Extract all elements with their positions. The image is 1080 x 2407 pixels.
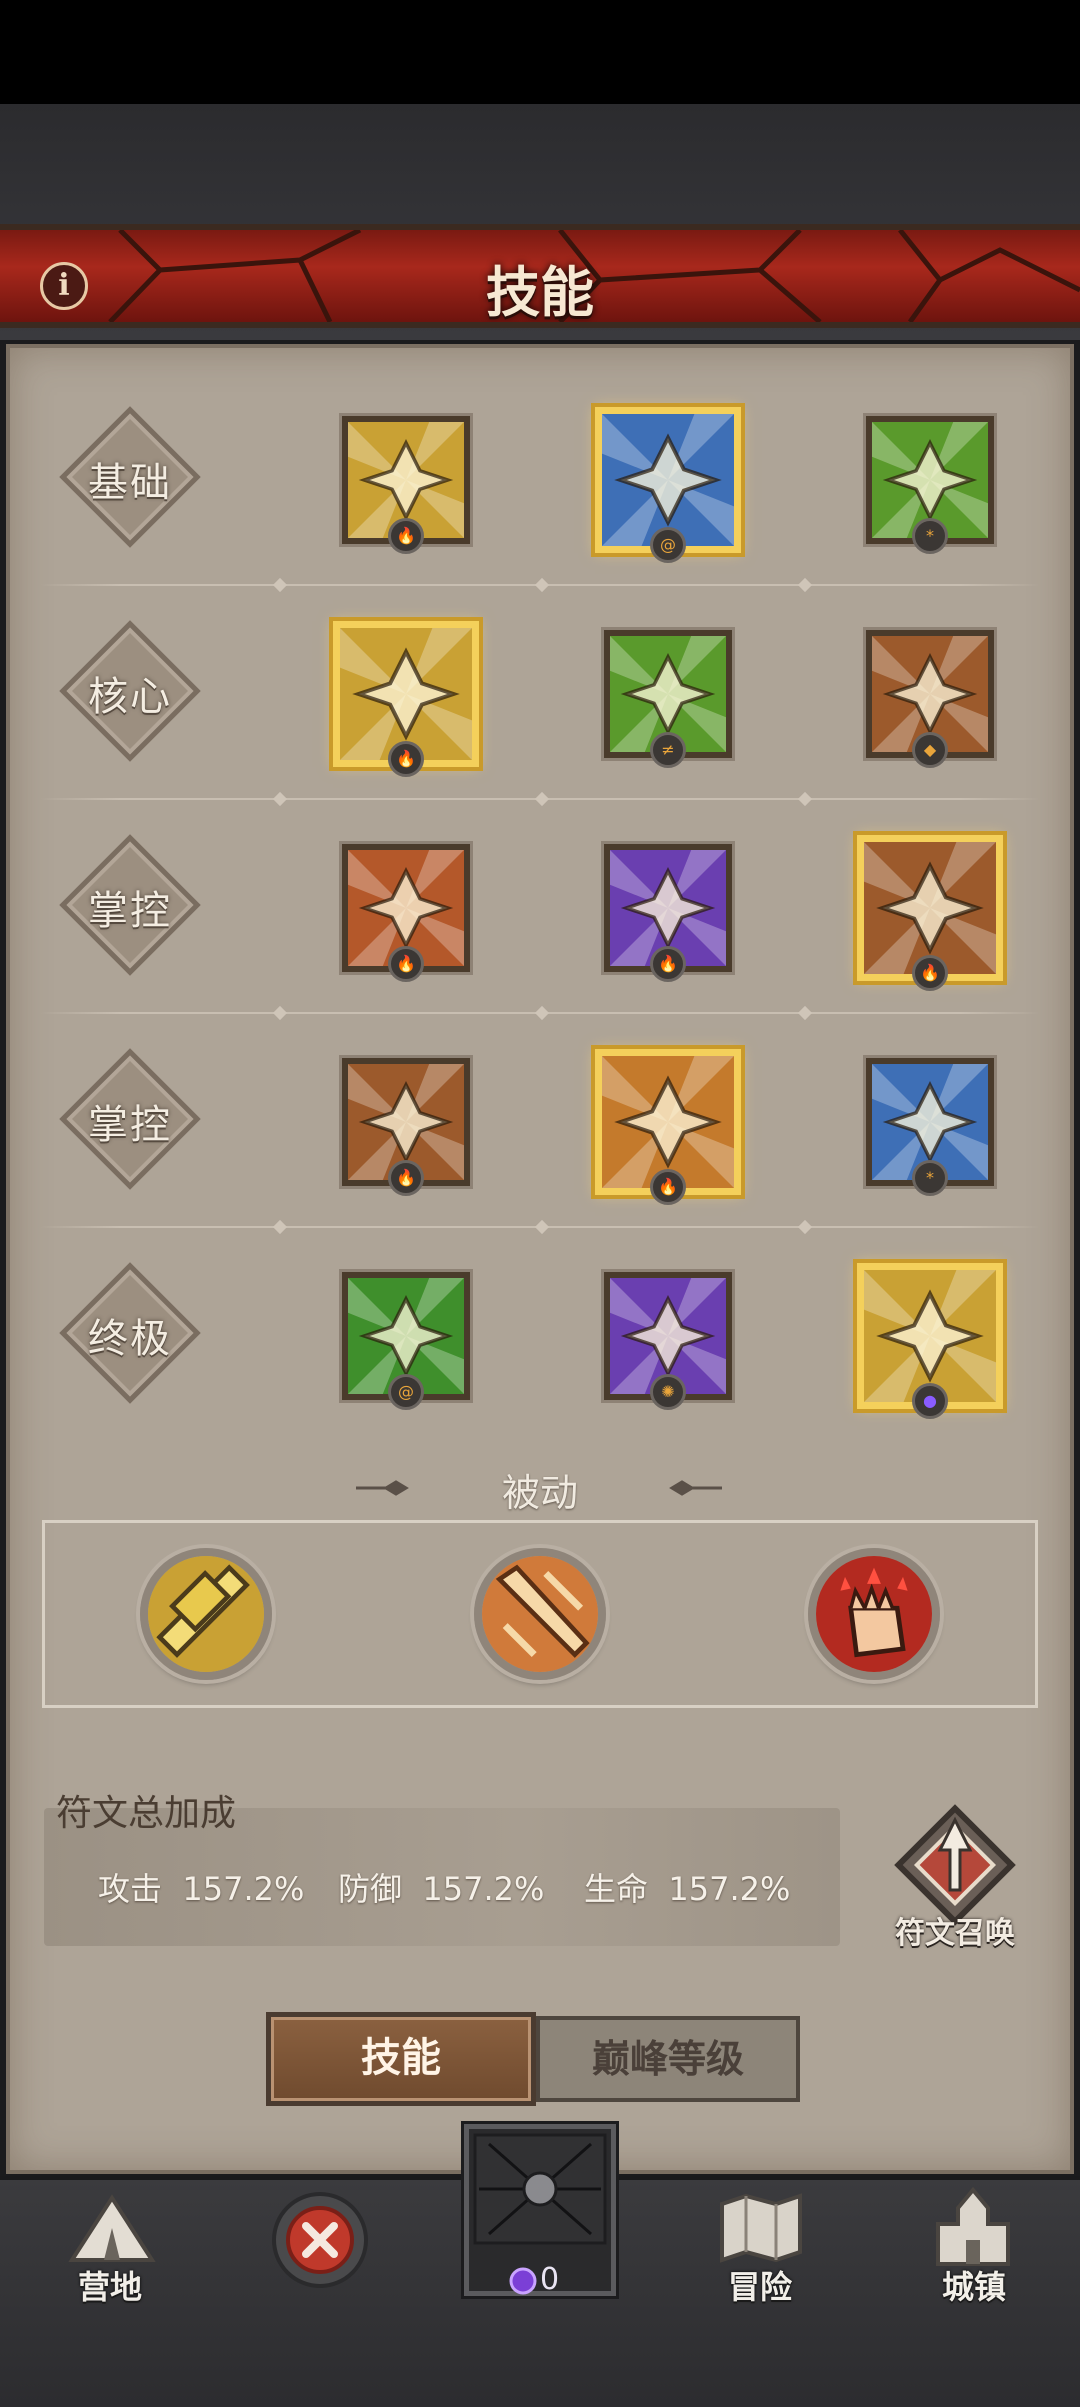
nav-camp-label[interactable]: 营地 [40, 2262, 180, 2308]
stat-health: 生命 157.2% [584, 1864, 790, 1910]
rune-summon-label: 符文召唤 [895, 1916, 1015, 1951]
purple-gem-icon [509, 2267, 537, 2295]
skill-element-badge-icon: @ [650, 527, 686, 563]
skill-element-badge-icon: @ [388, 1374, 424, 1410]
rune-bonus-title: 符文总加成 [56, 1793, 237, 1834]
stat-defense-value: 157.2% [422, 1870, 545, 1908]
stat-health-label: 生命 [584, 1870, 649, 1908]
row-label-core: 核心 [88, 674, 172, 720]
spider-emblem-icon [473, 2133, 607, 2245]
row-label-mastery-2: 掌控 [88, 1102, 172, 1148]
blade-icon [482, 1556, 598, 1672]
skill-element-badge-icon: 🔥 [388, 518, 424, 554]
stat-defense-label: 防御 [338, 1870, 403, 1908]
nav-town-label[interactable]: 城镇 [904, 2262, 1044, 2308]
stat-attack-value: 157.2% [182, 1870, 305, 1908]
skill-element-badge-icon: ◆ [912, 732, 948, 768]
row-label-basic: 基础 [88, 460, 172, 506]
skill-element-badge-icon: 🔥 [388, 741, 424, 777]
skill-element-badge-icon: ≠ [650, 732, 686, 768]
blood-fist-icon [816, 1556, 932, 1672]
skill-element-badge-icon: 🔥 [650, 1169, 686, 1205]
skill-element-badge-icon: * [912, 1160, 948, 1196]
passive-skill-1[interactable] [140, 1548, 272, 1680]
ornament-left-icon [356, 1480, 409, 1496]
skill-element-badge-icon: ✺ [650, 1374, 686, 1410]
skill-element-badge-icon: 🔥 [650, 946, 686, 982]
ornament-right-icon [669, 1480, 722, 1496]
close-icon[interactable] [270, 2190, 370, 2290]
adventure-map-icon[interactable] [716, 2190, 806, 2264]
stat-health-value: 157.2% [668, 1870, 791, 1908]
skill-element-badge-icon: * [912, 518, 948, 554]
town-castle-icon[interactable] [928, 2184, 1018, 2268]
skill-element-badge-icon: 🔥 [388, 946, 424, 982]
row-label-mastery: 掌控 [88, 888, 172, 934]
nav-adventure-label[interactable]: 冒险 [690, 2262, 830, 2308]
skill-element-badge-icon: 🔥 [912, 955, 948, 991]
title-banner: i 技能 [0, 224, 1080, 328]
stat-attack: 攻击 157.2% [98, 1864, 304, 1910]
golden-hammer-icon [148, 1556, 264, 1672]
info-button[interactable]: i [40, 262, 88, 310]
tab-peak-level[interactable]: 巅峰等级 [536, 2016, 800, 2102]
skill-element-badge-icon: 🔥 [388, 1160, 424, 1196]
tab-skill[interactable]: 技能 [266, 2012, 536, 2106]
status-bar [0, 0, 1080, 104]
stat-attack-label: 攻击 [98, 1870, 163, 1908]
stat-defense: 防御 157.2% [338, 1864, 544, 1910]
page-title: 技能 [486, 261, 594, 324]
passive-skill-3[interactable] [808, 1548, 940, 1680]
gem-count: 0 [540, 2262, 560, 2297]
skill-element-badge-icon: ● [912, 1383, 948, 1419]
passive-title: 被动 [501, 1471, 578, 1515]
passive-skill-2[interactable] [474, 1548, 606, 1680]
row-label-ultimate: 终极 [88, 1316, 172, 1362]
camp-tent-icon[interactable] [64, 2188, 160, 2268]
